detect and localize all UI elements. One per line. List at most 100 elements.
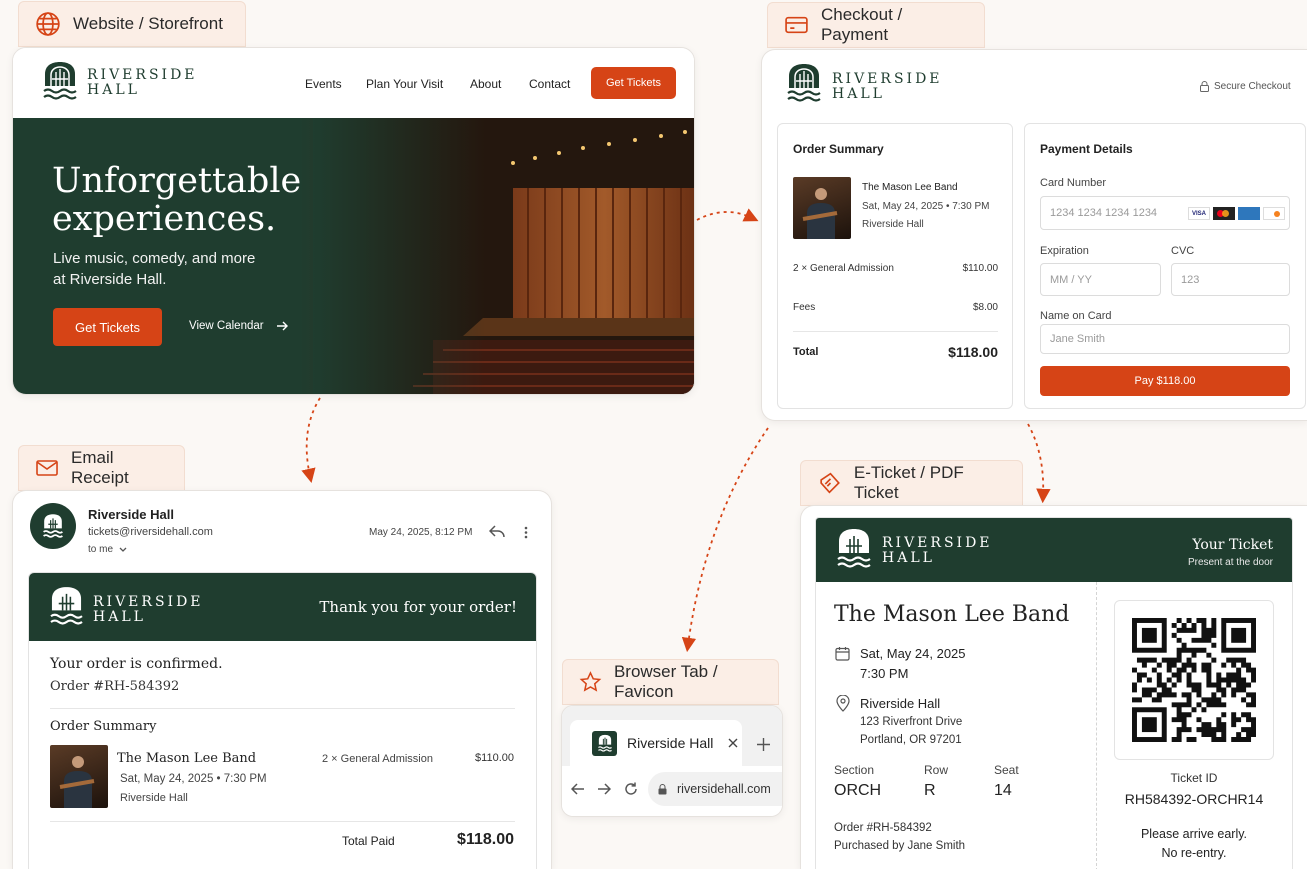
browser-card: Riverside Hall riversidehall.com (561, 705, 783, 817)
hero-get-tickets-button[interactable]: Get Tickets (53, 308, 162, 346)
cvc-placeholder: 123 (1181, 273, 1200, 286)
website-card: RIVERSIDE HALL Events Plan Your Visit Ab… (12, 47, 695, 395)
logo-line-1: RIVERSIDE (93, 594, 204, 610)
qr-code (1132, 618, 1256, 742)
toolbar: riversidehall.com (562, 766, 782, 816)
ticket-venue: Riverside Hall (860, 696, 941, 711)
ticket-time: 7:30 PM (860, 666, 909, 681)
perforation (1096, 582, 1097, 869)
event-venue: Riverside Hall (862, 219, 924, 230)
logo-line-2: HALL (832, 85, 885, 102)
card-number-field[interactable]: 1234 1234 1234 1234 VISA (1040, 196, 1290, 230)
back-arrow-icon[interactable] (571, 783, 585, 795)
recipient-label: to me (88, 544, 114, 555)
mastercard-icon (1213, 207, 1235, 220)
view-calendar-link[interactable]: View Calendar (189, 320, 288, 332)
performer-image (802, 188, 838, 239)
card-brand-icons: VISA (1188, 207, 1285, 220)
payment-details-title: Payment Details (1040, 142, 1133, 156)
line-item-price: $110.00 (962, 263, 998, 274)
total-label: Total (793, 346, 819, 358)
section-title: E-Ticket / PDF Ticket (853, 463, 964, 502)
logo-line-2: HALL (87, 81, 140, 98)
section-label-website: Website / Storefront (18, 1, 246, 47)
url-text: riversidehall.com (677, 782, 771, 796)
event-thumbnail (50, 745, 108, 808)
expiration-field[interactable]: MM / YY (1040, 263, 1161, 296)
qr-code-frame (1114, 600, 1274, 760)
more-options-icon[interactable] (524, 526, 528, 539)
seat-label: Seat (994, 763, 1019, 777)
recipient-dropdown[interactable]: to me (88, 544, 127, 555)
ticket-street: 123 Riverfront Drive (860, 716, 963, 728)
nav-get-tickets-button[interactable]: Get Tickets (591, 67, 676, 99)
logo-line-2: HALL (882, 549, 935, 566)
close-icon[interactable] (728, 738, 738, 748)
nav-plan-your-visit[interactable]: Plan Your Visit (366, 77, 443, 91)
name-on-card-field[interactable]: Jane Smith (1040, 324, 1290, 354)
logo-line-1: RIVERSIDE (87, 67, 198, 83)
hero-title: Unforgettable experiences. (52, 162, 301, 238)
card-number-label: Card Number (1040, 177, 1107, 189)
section-title: Email Receipt (71, 448, 129, 487)
ticket-icon (820, 472, 840, 494)
riverside-hall-logo-icon (837, 529, 871, 568)
logo-line-1: RIVERSIDE (832, 71, 943, 87)
nav-about[interactable]: About (470, 77, 501, 91)
secure-checkout-label: Secure Checkout (1214, 81, 1291, 92)
cvc-label: CVC (1171, 245, 1195, 257)
arrow-checkout-to-ticket (1027, 423, 1051, 504)
thank-you-message: Thank you for your order! (319, 598, 517, 616)
chevron-down-icon (119, 547, 127, 552)
name-on-card-placeholder: Jane Smith (1050, 333, 1106, 345)
lock-icon (658, 783, 667, 794)
nav-contact[interactable]: Contact (529, 77, 570, 91)
discover-icon (1263, 207, 1285, 220)
reload-icon[interactable] (624, 782, 638, 796)
email-banner: RIVERSIDE HALL Thank you for your order! (29, 573, 536, 641)
amex-icon (1238, 207, 1260, 220)
reply-icon[interactable] (489, 525, 505, 538)
section-label-checkout: Checkout / Payment (767, 2, 985, 48)
cvc-field[interactable]: 123 (1171, 263, 1290, 296)
hero-subtitle-line-1: Live music, comedy, and more (53, 250, 256, 267)
calendar-icon (835, 647, 850, 661)
visa-icon: VISA (1188, 207, 1210, 220)
browser-tab[interactable]: Riverside Hall (570, 720, 742, 766)
section-label-browser: Browser Tab / Favicon (562, 659, 779, 705)
new-tab-icon[interactable] (757, 738, 770, 751)
riverside-hall-logo-icon (597, 734, 612, 752)
performer-image (59, 756, 95, 808)
event-venue: Riverside Hall (120, 792, 188, 804)
arrow-website-to-checkout (696, 208, 759, 222)
pay-button[interactable]: Pay $118.00 (1040, 366, 1290, 396)
order-number: Order #RH-584392 (50, 679, 180, 694)
ticket-id-label: Ticket ID (1170, 771, 1218, 785)
favicon (592, 730, 617, 756)
total-amount: $118.00 (948, 344, 998, 360)
order-summary-title: Order Summary (793, 142, 884, 156)
nav-events[interactable]: Events (305, 77, 342, 91)
forward-arrow-icon[interactable] (597, 783, 611, 795)
divider (50, 708, 515, 709)
logo-wordmark: RIVERSIDE HALL (882, 536, 993, 565)
section-title: Website / Storefront (73, 14, 223, 33)
event-date: Sat, May 24, 2025 • 7:30 PM (120, 773, 267, 785)
riverside-hall-logo-icon (50, 587, 83, 625)
logo-wordmark: RIVERSIDE HALL (87, 68, 198, 97)
credit-card-icon (785, 16, 808, 34)
total-paid-label: Total Paid (342, 834, 395, 848)
section-label-email: Email Receipt (18, 445, 185, 491)
section-value: ORCH (834, 782, 882, 799)
hero-subtitle-line-2: at Riverside Hall. (53, 271, 167, 288)
address-bar[interactable]: riversidehall.com (648, 772, 782, 806)
section-title: Browser Tab / Favicon (613, 662, 718, 701)
ticket-id: RH584392-ORCHR14 (1124, 791, 1264, 807)
divider (50, 821, 515, 822)
hero-title-line-1: Unforgettable (52, 161, 302, 201)
event-thumbnail (793, 177, 851, 239)
section-label-ticket: E-Ticket / PDF Ticket (800, 460, 1023, 506)
globe-icon (36, 12, 60, 36)
row-value: R (924, 782, 936, 799)
fees-label: Fees (793, 302, 816, 313)
